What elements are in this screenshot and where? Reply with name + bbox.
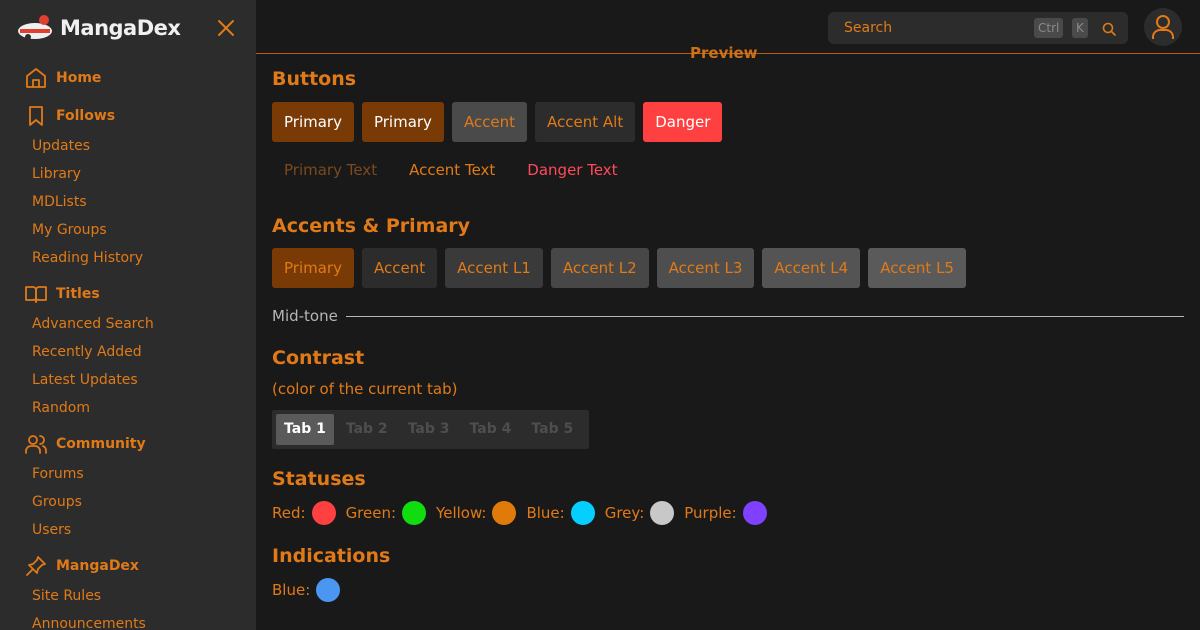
green-status-dot <box>402 501 427 525</box>
bookmark-icon <box>24 104 48 128</box>
tab-tab-3[interactable]: Tab 3 <box>400 414 458 445</box>
section-title-indications: Indications <box>272 545 391 567</box>
accent-l2-swatch-button[interactable]: Accent L2 <box>550 248 649 288</box>
brand-name: MangaDex <box>60 16 181 40</box>
sidebar-item-updates[interactable]: Updates <box>0 132 256 160</box>
blue-status-dot <box>570 501 595 525</box>
tab-tab-1[interactable]: Tab 1 <box>276 414 334 445</box>
home-icon <box>24 66 48 90</box>
sidebar-item-my-groups[interactable]: My Groups <box>0 216 256 244</box>
status-label: Purple: <box>684 504 737 522</box>
sidebar-item-library[interactable]: Library <box>0 160 256 188</box>
blue-status-dot <box>316 578 341 602</box>
sidebar-item-forums[interactable]: Forums <box>0 460 256 488</box>
accent-text-button[interactable]: Accent Text <box>397 150 507 190</box>
book-open-icon <box>24 282 48 306</box>
accent-l3-swatch-button[interactable]: Accent L3 <box>656 248 755 288</box>
accent-alt-button[interactable]: Accent Alt <box>535 102 636 142</box>
sidebar-item-label: Titles <box>56 286 100 302</box>
sidebar-item-mdlists[interactable]: MDLists <box>0 188 256 216</box>
primary-swatch-button[interactable]: Primary <box>272 248 354 288</box>
yellow-status-dot <box>492 501 517 525</box>
sidebar: MangaDex Home Follows Updates Library MD… <box>0 0 256 630</box>
section-title-accents: Accents & Primary <box>272 215 471 237</box>
accent-l4-swatch-button[interactable]: Accent L4 <box>762 248 861 288</box>
status-label: Yellow: <box>436 504 487 522</box>
sidebar-item-random[interactable]: Random <box>0 394 256 422</box>
sidebar-section-titles[interactable]: Titles <box>0 278 256 310</box>
sidebar-section-follows[interactable]: Follows <box>0 100 256 132</box>
purple-status-dot <box>742 501 767 525</box>
section-title-buttons: Buttons <box>272 68 357 90</box>
section-title-contrast: Contrast <box>272 347 365 369</box>
tab-bar: Tab 1 Tab 2 Tab 3 Tab 4 Tab 5 <box>272 410 590 449</box>
sidebar-item-label: Home <box>56 70 102 86</box>
primary-button[interactable]: Primary <box>272 102 354 142</box>
sidebar-item-users[interactable]: Users <box>0 516 256 544</box>
sidebar-item-label: MangaDex <box>56 558 139 574</box>
primary-text-button[interactable]: Primary Text <box>272 150 389 190</box>
sidebar-item-latest-updates[interactable]: Latest Updates <box>0 366 256 394</box>
indications-row: Blue: <box>272 576 1184 604</box>
user-icon <box>1152 15 1174 39</box>
midtone-line <box>345 315 1184 317</box>
sidebar-nav: Home Follows Updates Library MDLists My … <box>0 62 256 630</box>
accent-l1-swatch-button[interactable]: Accent L1 <box>445 248 543 288</box>
red-status-dot <box>311 501 336 525</box>
sidebar-item-home[interactable]: Home <box>0 62 256 94</box>
accent-button[interactable]: Accent <box>451 102 528 142</box>
users-icon <box>24 432 48 456</box>
section-title-statuses: Statuses <box>272 468 366 490</box>
sidebar-section-community[interactable]: Community <box>0 428 256 460</box>
contrast-subtitle: (color of the current tab) <box>272 380 458 398</box>
mangadex-logo-icon <box>16 13 54 43</box>
danger-button[interactable]: Danger <box>643 102 723 142</box>
solid-buttons-row: Primary Primary Accent Accent Alt Danger <box>272 102 1184 142</box>
tab-tab-5[interactable]: Tab 5 <box>523 414 581 445</box>
sidebar-item-recently-added[interactable]: Recently Added <box>0 338 256 366</box>
sidebar-item-advanced-search[interactable]: Advanced Search <box>0 310 256 338</box>
brand-logo[interactable]: MangaDex <box>16 10 244 46</box>
main-content: Buttons Primary Primary Accent Accent Alt Da… <box>272 56 1184 604</box>
danger-text-button[interactable]: Danger Text <box>515 150 629 190</box>
user-avatar[interactable] <box>1144 8 1182 46</box>
shortcut-ctrl-key: Ctrl <box>1034 18 1064 38</box>
text-buttons-row: Primary Text Accent Text Danger Text <box>272 150 1184 190</box>
sidebar-item-site-rules[interactable]: Site Rules <box>0 582 256 610</box>
midtone-label: Mid-tone <box>272 307 338 325</box>
status-label: Red: <box>272 504 306 522</box>
tab-tab-4[interactable]: Tab 4 <box>462 414 520 445</box>
close-sidebar-icon[interactable] <box>214 16 238 40</box>
accent-swatch-button[interactable]: Accent <box>361 248 438 288</box>
status-label: Green: <box>345 504 397 522</box>
shortcut-k-key: K <box>1072 18 1088 38</box>
pin-icon <box>24 554 48 578</box>
sidebar-item-label: Community <box>56 436 146 452</box>
tab-tab-2[interactable]: Tab 2 <box>338 414 396 445</box>
sidebar-item-groups[interactable]: Groups <box>0 488 256 516</box>
status-label: Blue: <box>272 581 311 599</box>
sidebar-item-reading-history[interactable]: Reading History <box>0 244 256 272</box>
grey-status-dot <box>650 501 675 525</box>
statuses-row: Red: Green: Yellow: Blue: Grey: Purple: <box>272 499 1184 527</box>
midtone-divider: Mid-tone <box>272 304 1184 328</box>
search-input[interactable] <box>828 12 1028 44</box>
sidebar-item-label: Follows <box>56 108 116 124</box>
status-label: Grey: <box>604 504 645 522</box>
sidebar-section-mangadex[interactable]: MangaDex <box>0 550 256 582</box>
primary-button[interactable]: Primary <box>361 102 444 142</box>
accent-l5-swatch-button[interactable]: Accent L5 <box>868 248 966 288</box>
topbar: Preview Ctrl K <box>256 0 1200 62</box>
sidebar-item-announcements[interactable]: Announcements <box>0 610 256 630</box>
search-box[interactable]: Ctrl K <box>828 12 1128 44</box>
search-icon[interactable] <box>1102 21 1116 36</box>
accent-buttons-row: Primary Accent Accent L1 Accent L2 Accent L3… <box>272 248 1184 288</box>
status-label: Blue: <box>526 504 565 522</box>
